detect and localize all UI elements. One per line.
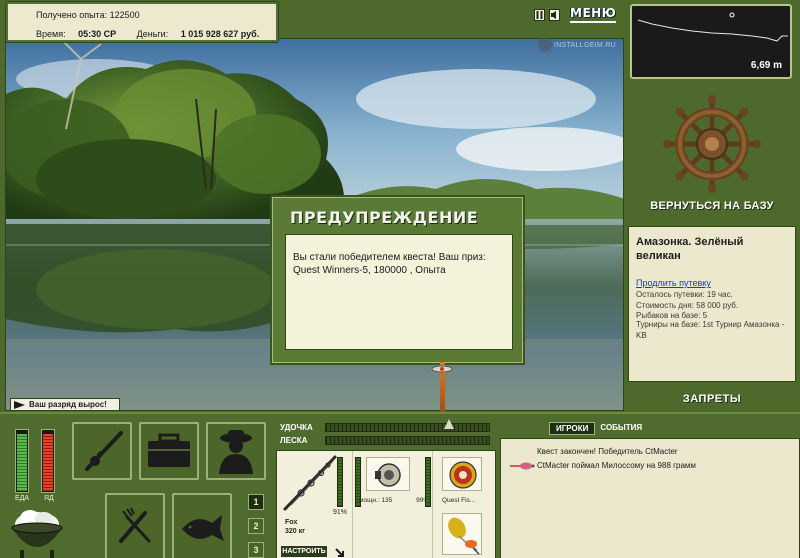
fish-cage-slot[interactable]: [172, 493, 232, 558]
slot-tab-1[interactable]: 1: [248, 494, 264, 510]
food-label: ЕДА: [15, 495, 30, 502]
character-slot[interactable]: [206, 422, 266, 480]
tackle-box-icon: [148, 433, 190, 467]
experience-value: 122500: [109, 10, 140, 20]
cutlery-icon: [119, 507, 151, 543]
tackle-labels: УДОЧКА ЛЕСКА: [280, 421, 313, 447]
rod-weight: 320 кг: [285, 528, 306, 535]
lure-card[interactable]: [442, 513, 482, 555]
spinner-lure-icon: [448, 517, 480, 555]
ship-wheel-icon[interactable]: [662, 94, 762, 197]
line-name: Quest Fis...: [442, 497, 476, 504]
money-label: Деньги:: [136, 29, 169, 39]
time-money-row: Время: 05:30 CP Деньги: 1 015 928 627 ру…: [36, 29, 259, 39]
rod-durability: 91%: [333, 509, 348, 516]
dialog-message: Вы стали победителем квеста! Ваш приз: Q…: [285, 234, 513, 350]
flag-icon: [14, 401, 25, 409]
menu-button[interactable]: МЕНЮ: [570, 6, 617, 23]
events-tabs: ИГРОКИ СОБЫТИЯ: [549, 422, 644, 435]
reel-stats: мощн.: 135 99%: [359, 497, 429, 504]
tackle-box-slot[interactable]: [139, 422, 199, 480]
rod-icon: [283, 455, 337, 511]
reel-power: мощн.: 135: [359, 497, 393, 504]
line-card[interactable]: [442, 457, 482, 491]
time-value: 05:30 CP: [78, 29, 117, 39]
reel-icon: [375, 463, 401, 487]
food-meter: [15, 429, 29, 493]
top-controls: МЕНЮ: [534, 6, 617, 23]
bans-button[interactable]: ЗАПРЕТЫ: [624, 393, 800, 405]
permit-day-cost: Стоимость дня: 58 000 руб.: [636, 300, 739, 310]
time-label: Время:: [36, 29, 66, 39]
money-value: 1 015 928 627 руб.: [180, 29, 260, 39]
poison-label: ЯД: [44, 495, 54, 502]
location-panel: Амазонка. Зелёный великан Продлить путев…: [628, 226, 796, 382]
watermark-logo-icon: [538, 38, 552, 52]
fisherman-icon: [219, 430, 253, 474]
right-sidebar: 6,69 m ВЕРНУТЬСЯ НА БАЗУ Амазонка. Зелён…: [624, 0, 800, 412]
fish-icon: [182, 514, 224, 541]
tab-players[interactable]: ИГРОКИ: [549, 422, 596, 435]
line-wear-meter: [425, 457, 431, 507]
event-item: CtMacter поймал Милоссому на 988 грамм: [537, 461, 696, 470]
poison-meter: [41, 429, 55, 493]
rank-up-badge: Ваш разряд вырос!: [10, 398, 120, 411]
float-icon: [431, 365, 453, 373]
line-tension-label: ЛЕСКА: [280, 436, 308, 445]
line-tension-bar: [325, 436, 490, 445]
poison-meter-fill: [43, 434, 53, 491]
event-item: Квест закончен! Победитель CtMacter: [537, 447, 678, 456]
warning-dialog[interactable]: ПРЕДУПРЕЖДЕНИЕ Вы стали победителем квес…: [270, 195, 525, 365]
extend-permit-link[interactable]: Продлить путевку: [636, 278, 711, 288]
permit-details: Осталось путевки: 19 час. Стоимость дня:…: [636, 290, 738, 322]
bottom-panel: ЕДА ЯД 1 2 3 УДОЧКА ЛЕСКА 91% Fox 320 кг…: [0, 412, 800, 558]
rod-card[interactable]: 91% Fox 320 кг НАСТРОИТЬ: [277, 451, 353, 558]
return-to-base-button[interactable]: ВЕРНУТЬСЯ НА БАЗУ: [624, 200, 800, 212]
food-meter-fill: [17, 434, 27, 491]
tension-marker-icon: [444, 419, 454, 429]
rod-model: Fox: [285, 519, 298, 526]
experience-row: Получено опыта: 122500: [36, 10, 140, 20]
rod-wear-meter: [337, 457, 343, 507]
watermark-text: INSTALLGEIM.RU: [554, 41, 617, 49]
permit-remaining: Осталось путевки: 19 час.: [636, 290, 733, 299]
arrow-icon[interactable]: [334, 547, 346, 558]
tab-events[interactable]: СОБЫТИЯ: [598, 422, 644, 435]
rod-tension-label: УДОЧКА: [280, 423, 313, 432]
events-panel: Квест закончен! Победитель CtMacter CtMa…: [500, 438, 800, 558]
pause-icon[interactable]: [534, 8, 545, 21]
reel-card[interactable]: [366, 457, 410, 491]
player-info-panel: Получено опыта: 122500 Время: 05:30 CP Д…: [6, 2, 278, 42]
rank-up-text: Ваш разряд вырос!: [29, 400, 107, 409]
food-slot[interactable]: [105, 493, 165, 558]
rod-reel-icon: [85, 431, 123, 471]
experience-label: Получено опыта:: [36, 10, 108, 20]
rod-name: Fox 320 кг: [285, 518, 305, 536]
food-pot-icon[interactable]: [8, 506, 66, 558]
tackle-panel: 91% Fox 320 кг НАСТРОИТЬ мощн.: 135 99%: [276, 450, 496, 558]
slot-tab-3[interactable]: 3: [248, 542, 264, 558]
tournament-info: Турниры на базе: 1st Турнир Амазонка - K…: [636, 320, 785, 340]
rod-tension-bar: [325, 423, 490, 432]
watermark: INSTALLGEIM.RU: [538, 38, 616, 52]
dialog-title: ПРЕДУПРЕЖДЕНИЕ: [290, 208, 479, 227]
depth-value: 6,69 m: [750, 60, 782, 71]
setup-button[interactable]: НАСТРОИТЬ: [281, 546, 327, 557]
divider: [432, 451, 433, 558]
depth-gauge: 6,69 m: [630, 4, 792, 79]
slot-tab-2[interactable]: 2: [248, 518, 264, 534]
lure-event-icon: [510, 462, 535, 470]
line-spool-icon: [449, 461, 477, 489]
sound-icon[interactable]: [549, 8, 560, 21]
rods-slot[interactable]: [72, 422, 132, 480]
location-title: Амазонка. Зелёный великан: [636, 236, 744, 262]
